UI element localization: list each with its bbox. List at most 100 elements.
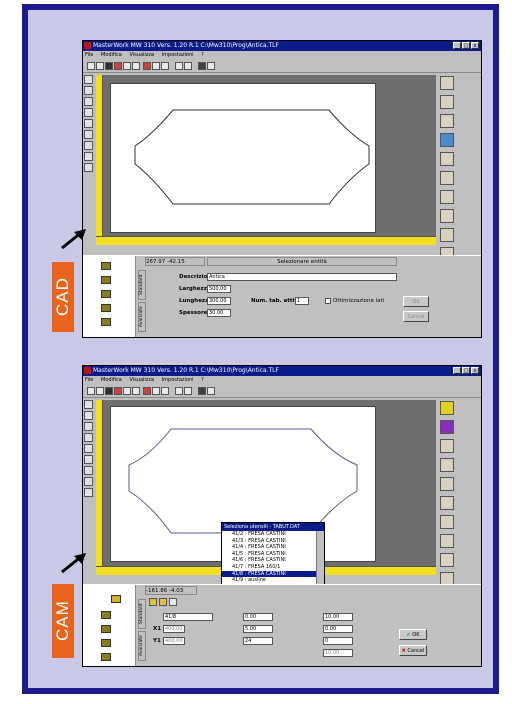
tool-list-item[interactable]: 41/6 : FRESA CASTINI (222, 557, 324, 564)
arc-tool-icon[interactable] (84, 86, 93, 95)
arc-tool-icon[interactable] (84, 411, 93, 420)
offset-icon[interactable] (440, 209, 454, 223)
wheel-icon[interactable] (440, 171, 454, 185)
tree-node-icon[interactable] (111, 595, 121, 603)
layers-icon[interactable] (440, 190, 454, 204)
mirror-tool-icon[interactable] (84, 152, 93, 161)
op-icon[interactable] (149, 598, 157, 606)
trim-tool-icon[interactable] (84, 141, 93, 150)
minimize-button[interactable]: _ (453, 367, 461, 374)
contour-icon[interactable] (440, 553, 454, 567)
menu-file[interactable]: File (85, 52, 93, 58)
ottimizza-checkbox[interactable] (325, 298, 331, 304)
larghezza-input[interactable]: 500.00 (207, 285, 231, 293)
open-icon[interactable] (96, 62, 104, 70)
menu-impostazioni[interactable]: Impostazioni (162, 377, 194, 383)
num-tab-input[interactable]: 1 (295, 297, 309, 305)
save-icon[interactable] (105, 387, 113, 395)
cad-canvas[interactable] (96, 75, 436, 245)
tool-list-item[interactable]: 41/4 : FRESA CASTINI (222, 544, 324, 551)
snap-icon[interactable] (207, 62, 215, 70)
fillet-tool-icon[interactable] (84, 455, 93, 464)
rect-tool-icon[interactable] (84, 108, 93, 117)
cad-mode-icon[interactable] (440, 133, 454, 147)
profile-icon[interactable] (440, 76, 454, 90)
new-icon[interactable] (87, 62, 95, 70)
cancel-button[interactable]: ✖ Cancel (399, 645, 427, 656)
tab-avanzate[interactable]: Avanzate (138, 302, 146, 332)
trim-icon[interactable] (440, 228, 454, 242)
tab-standard[interactable]: Standard (138, 270, 146, 300)
pattern-icon[interactable] (440, 477, 454, 491)
menu-help[interactable]: ? (201, 52, 204, 58)
param-6-input[interactable]: 0 (323, 637, 353, 645)
menu-modifica[interactable]: Modifica (101, 52, 122, 58)
delete-icon[interactable] (143, 387, 151, 395)
tab-standard[interactable]: Standard (138, 599, 146, 629)
param-4-input[interactable]: 10.00 (323, 613, 353, 621)
op-icon[interactable] (159, 598, 167, 606)
tree-node-icon[interactable] (101, 653, 111, 661)
line-tool-icon[interactable] (84, 400, 93, 409)
rect-tool-icon[interactable] (84, 433, 93, 442)
menu-visualizza[interactable]: Visualizza (129, 52, 154, 58)
spessore-input[interactable]: 30.00 (207, 309, 231, 317)
param-1-input[interactable]: 0.00 (243, 613, 273, 621)
line-tool-icon[interactable] (84, 75, 93, 84)
param-5-input[interactable]: 0.00 (323, 625, 353, 633)
tree-node-icon[interactable] (101, 290, 111, 298)
tool-list-item[interactable]: 41/7 : FRESA 160/1 (222, 564, 324, 571)
measure-tool-icon[interactable] (84, 488, 93, 497)
tool-list-item[interactable]: 41/3 : FRESA CASTINI (222, 538, 324, 545)
print-icon[interactable] (114, 387, 122, 395)
param-7-input[interactable]: 10.00 (323, 649, 353, 657)
tool-list-item[interactable]: 41/9 : ausline (222, 577, 324, 584)
tree-node-icon[interactable] (101, 611, 111, 619)
tool-list-item[interactable]: 41/8 : FRESA CASTINI (222, 570, 324, 578)
zoom-in-icon[interactable] (175, 62, 183, 70)
tree-node-icon[interactable] (101, 304, 111, 312)
print-icon[interactable] (114, 62, 122, 70)
menu-modifica[interactable]: Modifica (101, 377, 122, 383)
descrizione-input[interactable]: Antica (207, 273, 397, 281)
fillet-tool-icon[interactable] (84, 130, 93, 139)
tree-node-icon[interactable] (101, 625, 111, 633)
undo-icon[interactable] (152, 62, 160, 70)
tool-icon[interactable] (440, 401, 454, 415)
new-icon[interactable] (87, 387, 95, 395)
minimize-button[interactable]: _ (453, 42, 461, 49)
undo-icon[interactable] (152, 387, 160, 395)
tool-list-item[interactable]: 41/5 : FRESA CASTINI (222, 551, 324, 558)
wheel-icon[interactable] (440, 439, 454, 453)
polyline-tool-icon[interactable] (84, 119, 93, 128)
redo-icon[interactable] (161, 62, 169, 70)
open-icon[interactable] (96, 387, 104, 395)
tree-node-icon[interactable] (101, 262, 111, 270)
circle-tool-icon[interactable] (84, 422, 93, 431)
menu-help[interactable]: ? (201, 377, 204, 383)
delete-icon[interactable] (143, 62, 151, 70)
measure-tool-icon[interactable] (84, 163, 93, 172)
zoom-in-icon[interactable] (175, 387, 183, 395)
lunghezza-input[interactable]: 300.00 (207, 297, 231, 305)
cancel-button[interactable]: Cancel (403, 311, 429, 322)
close-button[interactable]: x (471, 42, 479, 49)
cut-icon[interactable] (123, 62, 131, 70)
tab-avanzate[interactable]: Avanzate (138, 631, 146, 661)
mirror-tool-icon[interactable] (84, 477, 93, 486)
maximize-button[interactable]: □ (462, 367, 470, 374)
op-icon[interactable] (169, 598, 177, 606)
cursor-icon[interactable] (440, 114, 454, 128)
tree-node-icon[interactable] (101, 639, 111, 647)
menu-visualizza[interactable]: Visualizza (129, 377, 154, 383)
save-icon[interactable] (105, 62, 113, 70)
drill-icon[interactable] (440, 534, 454, 548)
ok-button[interactable]: OK (403, 296, 429, 307)
param-2-input[interactable]: 5.00 (243, 625, 273, 633)
trim-tool-icon[interactable] (84, 466, 93, 475)
snap-icon[interactable] (207, 387, 215, 395)
tool-list-item[interactable]: 41/2 : FRESA CASTINI (222, 531, 324, 538)
zoom-out-icon[interactable] (184, 62, 192, 70)
copy-icon[interactable] (132, 62, 140, 70)
grid-icon[interactable] (198, 62, 206, 70)
